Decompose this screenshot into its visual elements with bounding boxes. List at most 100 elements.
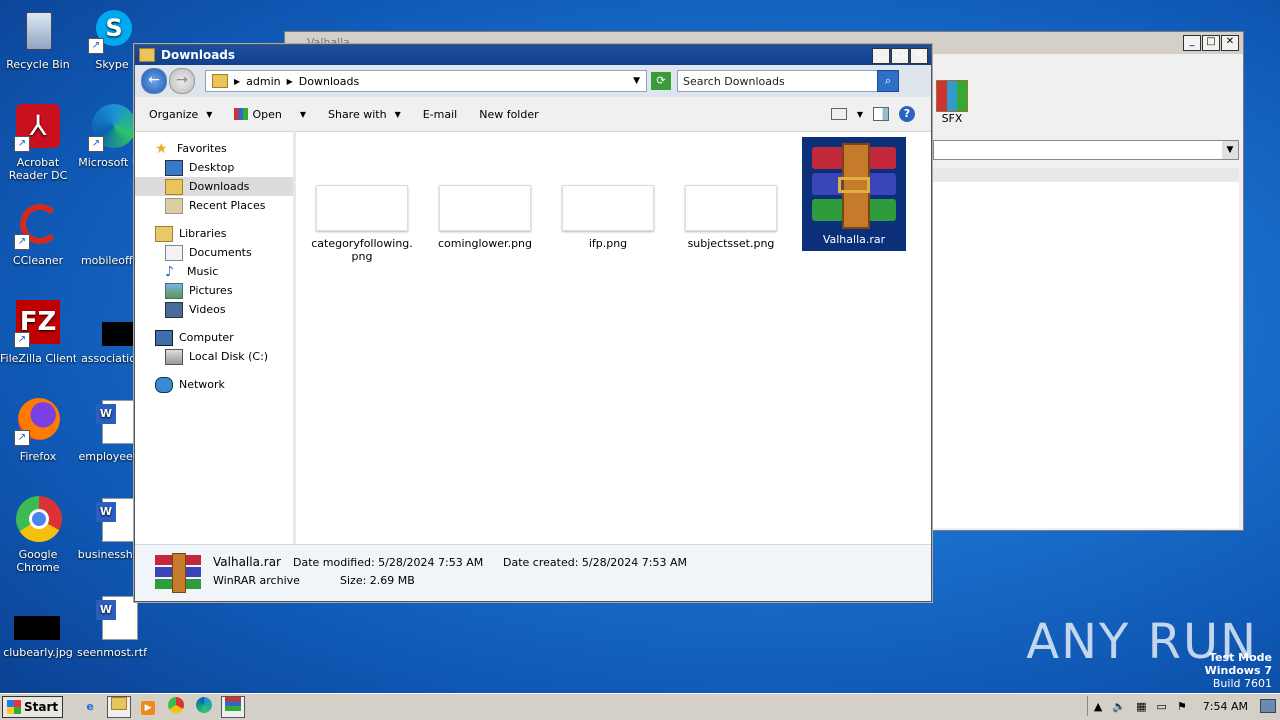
nav-downloads[interactable]: Downloads [135, 177, 293, 196]
downloads-folder-icon [165, 178, 183, 195]
computer-icon [155, 329, 173, 346]
folder-icon [139, 48, 155, 62]
nav-label: Recent Places [189, 199, 266, 212]
nav-network[interactable]: Network [135, 375, 293, 394]
winrar-file-list[interactable] [933, 168, 1239, 528]
taskbar-edge-icon[interactable] [193, 697, 215, 717]
music-icon: ♪ [165, 263, 174, 280]
close-button[interactable]: ✕ [1221, 35, 1239, 51]
word-document-icon: W [88, 398, 138, 446]
clock[interactable]: 7:54 AM [1203, 700, 1248, 713]
explorer-titlebar[interactable]: Downloads _ □ ✕ [135, 45, 931, 65]
taskbar: Start e ▶ ▲ 🔈 ▦ ▭ ⚑ 7:54 AM [0, 693, 1280, 720]
volume-icon[interactable]: 🔈 [1112, 700, 1126, 713]
file-list[interactable]: categoryfollowing.png cominglower.png if… [296, 131, 931, 545]
breadcrumb-separator-icon[interactable]: ▶ [287, 77, 293, 86]
show-hidden-icons-icon[interactable]: ▲ [1094, 700, 1102, 713]
taskbar-chrome-icon[interactable] [165, 697, 187, 717]
search-icon[interactable]: ⌕ [877, 70, 899, 92]
file-item[interactable]: categoryfollowing.png [310, 185, 414, 263]
view-options[interactable]: ▼ ? [830, 106, 915, 122]
nav-computer[interactable]: Computer [135, 328, 293, 347]
file-item-selected[interactable]: Valhalla.rar [802, 137, 906, 251]
taskbar-media-player-icon[interactable]: ▶ [137, 697, 159, 717]
action-center-flag-icon[interactable]: ⚑ [1177, 700, 1187, 713]
file-item[interactable]: ifp.png [556, 185, 660, 250]
desktop-icon-recycle-bin[interactable]: Recycle Bin [0, 6, 76, 71]
skype-icon: S ↗ [88, 6, 136, 54]
breadcrumb-admin[interactable]: admin [246, 75, 280, 88]
new-folder-button[interactable]: New folder [479, 108, 538, 121]
nav-favorites[interactable]: ★ Favorites [135, 139, 293, 158]
nav-recent-places[interactable]: Recent Places [135, 196, 293, 215]
chevron-down-icon[interactable]: ▼ [857, 110, 863, 119]
minimize-button[interactable]: _ [1183, 35, 1201, 51]
image-file-icon [14, 594, 62, 642]
winrar-path-dropdown[interactable]: ▼ [933, 140, 1239, 160]
nav-label: Videos [189, 303, 226, 316]
open-button[interactable]: Open ▼ [234, 108, 306, 121]
details-file-name: Valhalla.rar [213, 555, 281, 569]
email-button[interactable]: E-mail [423, 108, 458, 121]
view-icon[interactable] [830, 108, 847, 120]
watermark-line: Test Mode [1209, 651, 1272, 664]
firefox-icon: ↗ [14, 398, 62, 446]
nav-desktop[interactable]: Desktop [135, 158, 293, 177]
network-tray-icon[interactable]: ▦ [1136, 700, 1146, 713]
back-button[interactable]: ← [141, 68, 167, 94]
chrome-icon [14, 496, 62, 544]
taskbar-winrar-icon[interactable] [221, 696, 246, 718]
taskbar-explorer-icon[interactable] [107, 696, 132, 718]
minimize-button[interactable]: _ [872, 48, 890, 64]
forward-button[interactable]: → [169, 68, 195, 94]
nav-pictures[interactable]: Pictures [135, 281, 293, 300]
breadcrumb-separator-icon[interactable]: ▶ [234, 77, 240, 86]
chevron-down-icon: ▼ [299, 109, 306, 119]
desktop-icon-clubearly[interactable]: clubearly.jpg [0, 594, 76, 659]
nav-local-disk[interactable]: Local Disk (C:) [135, 347, 293, 366]
refresh-button[interactable]: ⟳ [651, 72, 671, 90]
file-name: cominglower.png [438, 237, 532, 250]
icon-label: Google Chrome [16, 548, 60, 574]
word-document-icon: W [88, 594, 138, 642]
details-pane: Valhalla.rar WinRAR archive Date modifie… [135, 544, 931, 601]
acrobat-icon: ⅄ ↗ [14, 104, 62, 152]
power-icon[interactable]: ▭ [1157, 700, 1167, 713]
maximize-button[interactable]: □ [1202, 35, 1220, 51]
icon-label: Recycle Bin [6, 58, 70, 71]
desktop-icon-ccleaner[interactable]: ↗ CCleaner [0, 202, 76, 267]
file-item[interactable]: subjectsset.png [679, 185, 783, 250]
nav-libraries[interactable]: Libraries [135, 224, 293, 243]
nav-music[interactable]: ♪ Music [135, 262, 293, 281]
explorer-window[interactable]: Downloads _ □ ✕ ← → ▶ admin ▶ Downloads … [134, 44, 932, 602]
taskbar-ie-icon[interactable]: e [79, 697, 101, 717]
icon-label: Firefox [19, 450, 57, 463]
navigation-pane: ★ Favorites Desktop Downloads Recent Plac… [135, 131, 296, 545]
desktop-icon-chrome[interactable]: Google Chrome [0, 496, 76, 574]
breadcrumb-downloads[interactable]: Downloads [299, 75, 359, 88]
details-size: Size: 2.69 MB [340, 574, 415, 587]
search-input[interactable]: Search Downloads ⌕ [677, 70, 899, 92]
file-name: categoryfollowing.png [311, 237, 413, 263]
share-with-button[interactable]: Share with ▼ [328, 108, 401, 121]
sfx-label: SFX [941, 112, 963, 125]
maximize-button[interactable]: □ [891, 48, 909, 64]
chevron-down-icon[interactable]: ▼ [633, 76, 640, 86]
file-item[interactable]: cominglower.png [433, 185, 537, 250]
organize-button[interactable]: Organize ▼ [149, 108, 212, 121]
network-icon [155, 376, 173, 393]
nav-videos[interactable]: Videos [135, 300, 293, 319]
close-button[interactable]: ✕ [910, 48, 928, 64]
help-icon[interactable]: ? [899, 106, 915, 122]
preview-pane-icon[interactable] [873, 107, 889, 121]
desktop-icon-firefox[interactable]: ↗ Firefox [0, 398, 76, 463]
sfx-button[interactable]: SFX [935, 80, 969, 125]
address-bar[interactable]: ▶ admin ▶ Downloads ▼ [205, 70, 647, 92]
desktop-icon-seenmost[interactable]: W seenmost.rtf [74, 594, 150, 659]
start-button[interactable]: Start [2, 696, 64, 718]
show-desktop-icon[interactable] [1260, 699, 1276, 713]
nav-documents[interactable]: Documents [135, 243, 293, 262]
address-row: ← → ▶ admin ▶ Downloads ▼ ⟳ Search Downl… [135, 65, 931, 97]
desktop-icon-acrobat[interactable]: ⅄ ↗ Acrobat Reader DC [0, 104, 76, 182]
desktop-icon-filezilla[interactable]: FZ ↗ FileZilla Client [0, 300, 76, 365]
